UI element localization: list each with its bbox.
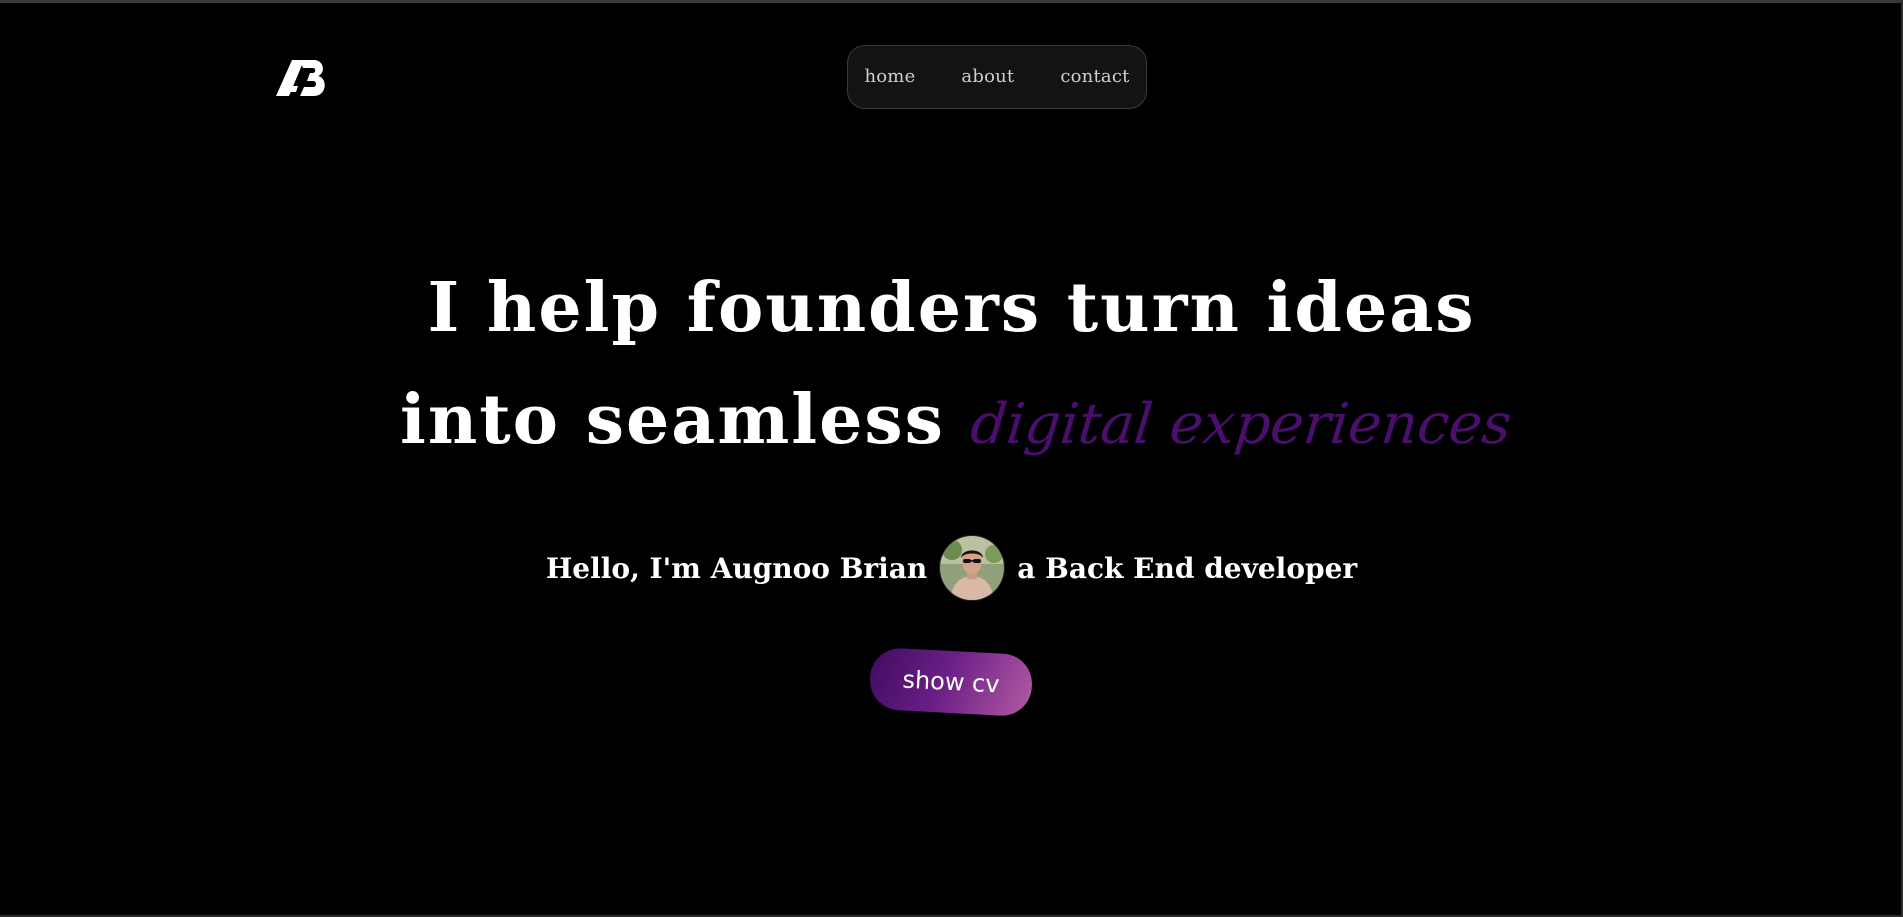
hero-heading: I help founders turn ideas into seamless…: [400, 252, 1514, 481]
main-nav: home about contact: [847, 45, 1147, 109]
ab-logo[interactable]: [274, 56, 330, 98]
intro-name-text: Hello, I'm Augnoo Brian: [545, 551, 928, 585]
hero-line-1: I help founders turn ideas: [427, 268, 1476, 348]
nav-link-contact[interactable]: contact: [1037, 45, 1152, 109]
hero-line-2-prefix: into seamless: [400, 380, 945, 460]
window-top-border: [0, 0, 1903, 3]
hero-accent-text: digital experiences: [967, 392, 1515, 457]
show-cv-button[interactable]: show cv: [868, 646, 1034, 718]
nav-link-home[interactable]: home: [841, 45, 938, 109]
profile-photo-icon: [940, 536, 1005, 600]
intro-line: Hello, I'm Augnoo Brian a Back End devel…: [400, 535, 1503, 601]
nav-link-about[interactable]: about: [938, 45, 1037, 109]
avatar: [939, 535, 1006, 601]
intro-role-text: a Back End developer: [1017, 551, 1358, 585]
hero-line-2: into seamless digital experiences: [400, 364, 1514, 481]
